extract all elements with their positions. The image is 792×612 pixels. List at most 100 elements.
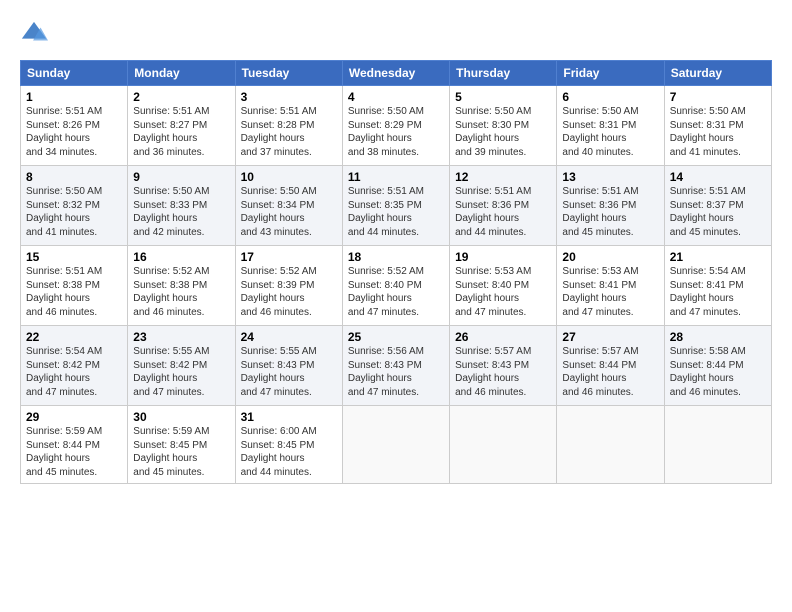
calendar-cell: 23 Sunrise: 5:55 AMSunset: 8:42 PMDaylig… (128, 326, 235, 406)
calendar-cell: 9 Sunrise: 5:50 AMSunset: 8:33 PMDayligh… (128, 166, 235, 246)
day-number: 13 (562, 170, 658, 184)
day-info: Sunrise: 5:53 AMSunset: 8:40 PMDaylight … (455, 266, 531, 318)
calendar-week-row: 1 Sunrise: 5:51 AMSunset: 8:26 PMDayligh… (21, 86, 772, 166)
main-container: SundayMondayTuesdayWednesdayThursdayFrid… (0, 0, 792, 494)
day-info: Sunrise: 5:58 AMSunset: 8:44 PMDaylight … (670, 346, 746, 398)
day-number: 22 (26, 330, 122, 344)
day-number: 16 (133, 250, 229, 264)
calendar-table: SundayMondayTuesdayWednesdayThursdayFrid… (20, 60, 772, 484)
calendar-cell: 1 Sunrise: 5:51 AMSunset: 8:26 PMDayligh… (21, 86, 128, 166)
day-number: 15 (26, 250, 122, 264)
day-info: Sunrise: 5:59 AMSunset: 8:45 PMDaylight … (133, 426, 209, 478)
day-info: Sunrise: 5:50 AMSunset: 8:29 PMDaylight … (348, 106, 424, 158)
day-number: 29 (26, 410, 122, 424)
day-number: 20 (562, 250, 658, 264)
day-info: Sunrise: 5:56 AMSunset: 8:43 PMDaylight … (348, 346, 424, 398)
calendar-header-row: SundayMondayTuesdayWednesdayThursdayFrid… (21, 61, 772, 86)
day-info: Sunrise: 5:54 AMSunset: 8:41 PMDaylight … (670, 266, 746, 318)
day-info: Sunrise: 5:51 AMSunset: 8:38 PMDaylight … (26, 266, 102, 318)
calendar-cell: 2 Sunrise: 5:51 AMSunset: 8:27 PMDayligh… (128, 86, 235, 166)
day-number: 21 (670, 250, 766, 264)
day-info: Sunrise: 5:51 AMSunset: 8:36 PMDaylight … (562, 186, 638, 238)
day-number: 31 (241, 410, 337, 424)
day-info: Sunrise: 5:55 AMSunset: 8:43 PMDaylight … (241, 346, 317, 398)
day-info: Sunrise: 5:50 AMSunset: 8:31 PMDaylight … (562, 106, 638, 158)
calendar-cell: 29 Sunrise: 5:59 AMSunset: 8:44 PMDaylig… (21, 406, 128, 484)
day-number: 14 (670, 170, 766, 184)
calendar-cell: 22 Sunrise: 5:54 AMSunset: 8:42 PMDaylig… (21, 326, 128, 406)
day-number: 18 (348, 250, 444, 264)
calendar-cell: 8 Sunrise: 5:50 AMSunset: 8:32 PMDayligh… (21, 166, 128, 246)
calendar-cell: 3 Sunrise: 5:51 AMSunset: 8:28 PMDayligh… (235, 86, 342, 166)
day-info: Sunrise: 5:52 AMSunset: 8:39 PMDaylight … (241, 266, 317, 318)
day-number: 6 (562, 90, 658, 104)
calendar-cell: 19 Sunrise: 5:53 AMSunset: 8:40 PMDaylig… (450, 246, 557, 326)
day-info: Sunrise: 5:50 AMSunset: 8:31 PMDaylight … (670, 106, 746, 158)
calendar-cell: 11 Sunrise: 5:51 AMSunset: 8:35 PMDaylig… (342, 166, 449, 246)
day-number: 12 (455, 170, 551, 184)
day-number: 17 (241, 250, 337, 264)
day-number: 24 (241, 330, 337, 344)
calendar-col-header: Monday (128, 61, 235, 86)
calendar-cell: 26 Sunrise: 5:57 AMSunset: 8:43 PMDaylig… (450, 326, 557, 406)
logo (20, 18, 52, 48)
calendar-cell (557, 406, 664, 484)
day-number: 25 (348, 330, 444, 344)
day-info: Sunrise: 5:50 AMSunset: 8:30 PMDaylight … (455, 106, 531, 158)
day-info: Sunrise: 5:57 AMSunset: 8:43 PMDaylight … (455, 346, 531, 398)
day-info: Sunrise: 5:51 AMSunset: 8:28 PMDaylight … (241, 106, 317, 158)
day-number: 9 (133, 170, 229, 184)
day-info: Sunrise: 5:51 AMSunset: 8:37 PMDaylight … (670, 186, 746, 238)
day-info: Sunrise: 5:50 AMSunset: 8:33 PMDaylight … (133, 186, 209, 238)
calendar-cell: 10 Sunrise: 5:50 AMSunset: 8:34 PMDaylig… (235, 166, 342, 246)
calendar-cell: 28 Sunrise: 5:58 AMSunset: 8:44 PMDaylig… (664, 326, 771, 406)
calendar-cell: 25 Sunrise: 5:56 AMSunset: 8:43 PMDaylig… (342, 326, 449, 406)
calendar-cell: 17 Sunrise: 5:52 AMSunset: 8:39 PMDaylig… (235, 246, 342, 326)
calendar-cell: 16 Sunrise: 5:52 AMSunset: 8:38 PMDaylig… (128, 246, 235, 326)
calendar-cell: 5 Sunrise: 5:50 AMSunset: 8:30 PMDayligh… (450, 86, 557, 166)
day-number: 23 (133, 330, 229, 344)
day-number: 3 (241, 90, 337, 104)
day-info: Sunrise: 5:52 AMSunset: 8:38 PMDaylight … (133, 266, 209, 318)
day-info: Sunrise: 5:51 AMSunset: 8:35 PMDaylight … (348, 186, 424, 238)
day-number: 2 (133, 90, 229, 104)
calendar-col-header: Tuesday (235, 61, 342, 86)
day-number: 30 (133, 410, 229, 424)
day-number: 1 (26, 90, 122, 104)
day-info: Sunrise: 5:55 AMSunset: 8:42 PMDaylight … (133, 346, 209, 398)
calendar-cell: 20 Sunrise: 5:53 AMSunset: 8:41 PMDaylig… (557, 246, 664, 326)
calendar-cell (450, 406, 557, 484)
calendar-col-header: Saturday (664, 61, 771, 86)
calendar-cell: 6 Sunrise: 5:50 AMSunset: 8:31 PMDayligh… (557, 86, 664, 166)
logo-icon (20, 20, 48, 48)
calendar-cell: 12 Sunrise: 5:51 AMSunset: 8:36 PMDaylig… (450, 166, 557, 246)
calendar-cell: 14 Sunrise: 5:51 AMSunset: 8:37 PMDaylig… (664, 166, 771, 246)
day-info: Sunrise: 5:54 AMSunset: 8:42 PMDaylight … (26, 346, 102, 398)
calendar-col-header: Friday (557, 61, 664, 86)
calendar-cell: 15 Sunrise: 5:51 AMSunset: 8:38 PMDaylig… (21, 246, 128, 326)
day-number: 10 (241, 170, 337, 184)
calendar-week-row: 29 Sunrise: 5:59 AMSunset: 8:44 PMDaylig… (21, 406, 772, 484)
day-number: 26 (455, 330, 551, 344)
day-number: 7 (670, 90, 766, 104)
day-info: Sunrise: 6:00 AMSunset: 8:45 PMDaylight … (241, 426, 317, 478)
day-info: Sunrise: 5:57 AMSunset: 8:44 PMDaylight … (562, 346, 638, 398)
day-number: 8 (26, 170, 122, 184)
calendar-cell: 31 Sunrise: 6:00 AMSunset: 8:45 PMDaylig… (235, 406, 342, 484)
calendar-cell: 7 Sunrise: 5:50 AMSunset: 8:31 PMDayligh… (664, 86, 771, 166)
day-info: Sunrise: 5:50 AMSunset: 8:32 PMDaylight … (26, 186, 102, 238)
calendar-cell: 13 Sunrise: 5:51 AMSunset: 8:36 PMDaylig… (557, 166, 664, 246)
day-number: 19 (455, 250, 551, 264)
calendar-week-row: 22 Sunrise: 5:54 AMSunset: 8:42 PMDaylig… (21, 326, 772, 406)
day-info: Sunrise: 5:59 AMSunset: 8:44 PMDaylight … (26, 426, 102, 478)
calendar-cell (342, 406, 449, 484)
calendar-col-header: Thursday (450, 61, 557, 86)
calendar-cell: 21 Sunrise: 5:54 AMSunset: 8:41 PMDaylig… (664, 246, 771, 326)
calendar-cell: 24 Sunrise: 5:55 AMSunset: 8:43 PMDaylig… (235, 326, 342, 406)
day-info: Sunrise: 5:52 AMSunset: 8:40 PMDaylight … (348, 266, 424, 318)
day-info: Sunrise: 5:53 AMSunset: 8:41 PMDaylight … (562, 266, 638, 318)
calendar-cell: 4 Sunrise: 5:50 AMSunset: 8:29 PMDayligh… (342, 86, 449, 166)
day-info: Sunrise: 5:51 AMSunset: 8:27 PMDaylight … (133, 106, 209, 158)
calendar-week-row: 8 Sunrise: 5:50 AMSunset: 8:32 PMDayligh… (21, 166, 772, 246)
day-info: Sunrise: 5:51 AMSunset: 8:36 PMDaylight … (455, 186, 531, 238)
